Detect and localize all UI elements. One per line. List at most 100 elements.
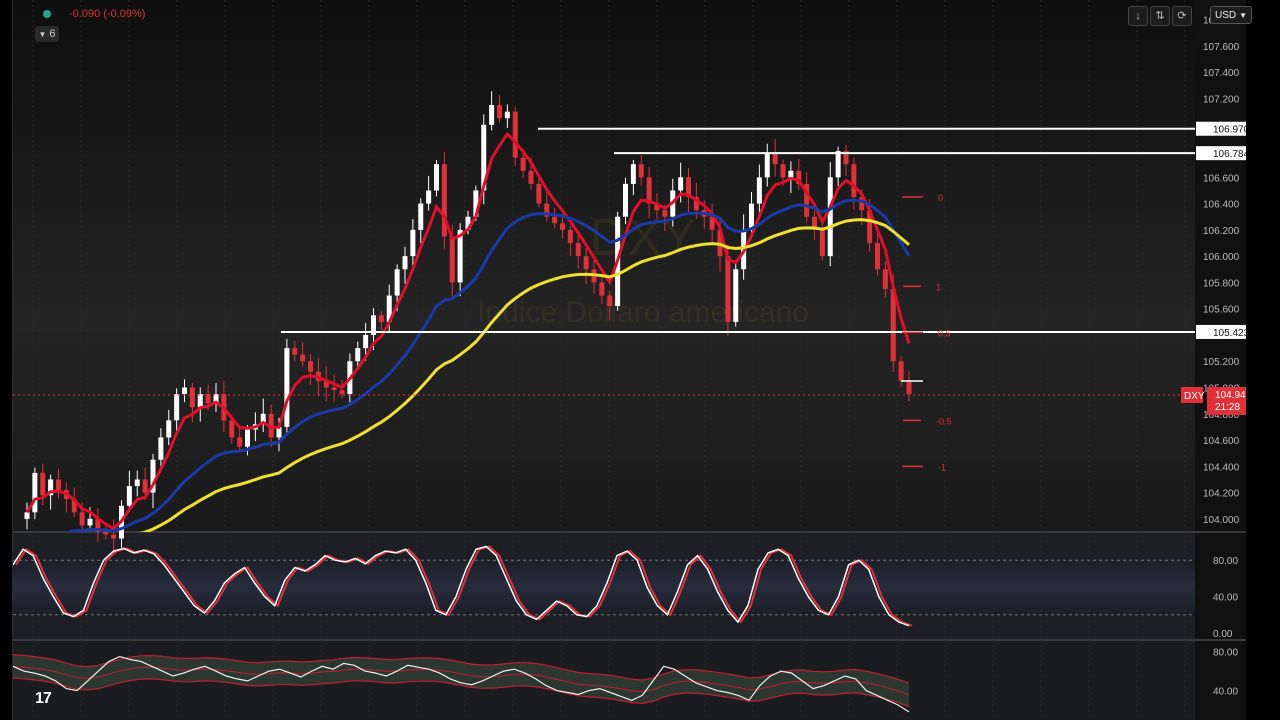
candle-body xyxy=(434,164,439,191)
candle-body xyxy=(32,472,38,513)
candle-body xyxy=(426,190,432,204)
candle-body xyxy=(56,479,61,490)
candle-body xyxy=(237,437,243,447)
price-tick-label: 107.400 xyxy=(1203,68,1240,79)
candle-body xyxy=(851,164,857,198)
fib-level-label: 0.5 xyxy=(938,328,951,338)
candle-body xyxy=(418,203,424,230)
refresh-icon[interactable]: ⟳ xyxy=(1172,6,1192,26)
fib-level-label: -0.5 xyxy=(936,416,952,426)
candle-body xyxy=(331,387,337,391)
candle-body xyxy=(906,380,912,395)
candle-body xyxy=(174,394,180,421)
candle-body xyxy=(662,210,668,217)
price-tick-label: 105.600 xyxy=(1203,305,1240,316)
candle-body xyxy=(756,177,762,204)
candle-body xyxy=(142,479,148,493)
candle-body xyxy=(378,315,384,322)
candle-body xyxy=(87,518,93,526)
price-tick-label: 104.000 xyxy=(1203,515,1240,526)
price-tick-label: 105.200 xyxy=(1203,357,1240,368)
candle-body xyxy=(875,243,880,270)
oscillator-tick-label: 80.00 xyxy=(1213,556,1238,567)
candle-body xyxy=(339,390,345,395)
price-label-text: 106.784 xyxy=(1213,149,1246,160)
oscillator-band xyxy=(13,557,1195,615)
fib-level-label: 1 xyxy=(936,282,941,292)
price-tick-label: 107.600 xyxy=(1203,42,1240,53)
candle-body xyxy=(355,348,361,362)
chevron-icon: ▼ xyxy=(38,30,47,39)
price-tick-label: 107.200 xyxy=(1203,95,1240,106)
price-tick-label: 105.800 xyxy=(1203,278,1240,289)
candle-body xyxy=(725,256,731,322)
candle-body xyxy=(835,151,841,178)
candle-body xyxy=(898,361,904,381)
fib-level-label: 0 xyxy=(938,193,943,203)
candle-body xyxy=(630,164,636,184)
interval-value: 6 xyxy=(49,28,56,40)
tradingview-logo[interactable]: 17 xyxy=(35,690,52,708)
candle-body xyxy=(394,269,400,296)
candle-body xyxy=(599,282,605,296)
candle-body xyxy=(300,354,306,362)
price-tick-label: 106.600 xyxy=(1203,173,1240,184)
candle-body xyxy=(158,437,164,460)
candle-body xyxy=(363,334,369,349)
watermark-name: Indice Dollaro americano xyxy=(477,296,809,329)
candle-body xyxy=(772,153,778,165)
candle-body xyxy=(197,394,203,408)
candle-body xyxy=(40,472,46,496)
candle-body xyxy=(111,534,117,539)
oscillator-tick-label: 40.00 xyxy=(1213,593,1238,604)
price-tick-label: 104.600 xyxy=(1203,436,1240,447)
chart-canvas[interactable]: DXY Indice Dollaro americano 107.800107.… xyxy=(13,0,1246,720)
oscillator-tick-label: 0.00 xyxy=(1213,629,1233,640)
candle-body xyxy=(24,512,30,519)
price-tick-label: 104.200 xyxy=(1203,489,1240,500)
candle-body xyxy=(780,164,786,178)
price-label-text: 105.423 xyxy=(1213,328,1246,339)
candle-body xyxy=(410,229,416,257)
candle-body xyxy=(284,348,290,427)
candle-body xyxy=(882,269,888,289)
candle-body xyxy=(134,479,140,487)
candle-body xyxy=(607,295,613,307)
candle-body xyxy=(560,223,565,230)
candle-body xyxy=(819,229,825,257)
price-tick-label: 106.400 xyxy=(1203,200,1240,211)
interval-chip[interactable]: ▼ 6 xyxy=(35,26,59,42)
candle-body xyxy=(504,111,510,119)
currency-select[interactable]: USD ▼ xyxy=(1210,6,1252,24)
arrow-down-icon[interactable]: ↓ xyxy=(1128,6,1148,26)
candle-body xyxy=(245,429,250,447)
current-symbol-text: DXY xyxy=(1184,391,1205,402)
price-label-text: 106.970 xyxy=(1213,125,1246,136)
candle-body xyxy=(512,111,518,158)
price-tick-label: 104.400 xyxy=(1203,462,1240,473)
candle-body xyxy=(827,177,833,257)
candle-body xyxy=(166,420,172,438)
price-tick-label: 106.200 xyxy=(1203,226,1240,237)
candle-body xyxy=(292,348,298,355)
collapse-icon[interactable]: ⇅ xyxy=(1150,6,1170,26)
candle-body xyxy=(189,387,195,408)
candle-body xyxy=(308,361,313,372)
candle-body xyxy=(103,532,109,535)
price-change-readout: -0.090 (-0.09%) xyxy=(69,8,146,20)
symbol-status-icon[interactable] xyxy=(43,10,51,18)
candle-body xyxy=(520,157,526,171)
rsi-tick-label: 40.00 xyxy=(1213,687,1238,698)
candle-body xyxy=(575,243,581,257)
candle-body xyxy=(229,420,235,438)
rsi-tick-label: 80.00 xyxy=(1213,648,1238,659)
candle-body xyxy=(764,153,770,178)
countdown-text: 21:28 xyxy=(1215,402,1240,413)
candle-body xyxy=(583,256,589,270)
candle-body xyxy=(497,105,502,119)
chevron-down-icon: ▼ xyxy=(1239,11,1247,20)
candle-body xyxy=(623,183,628,217)
chart-area[interactable]: DXY Indice Dollaro americano 107.800107.… xyxy=(12,0,1252,720)
candle-body xyxy=(638,164,644,178)
candle-body xyxy=(552,216,558,224)
